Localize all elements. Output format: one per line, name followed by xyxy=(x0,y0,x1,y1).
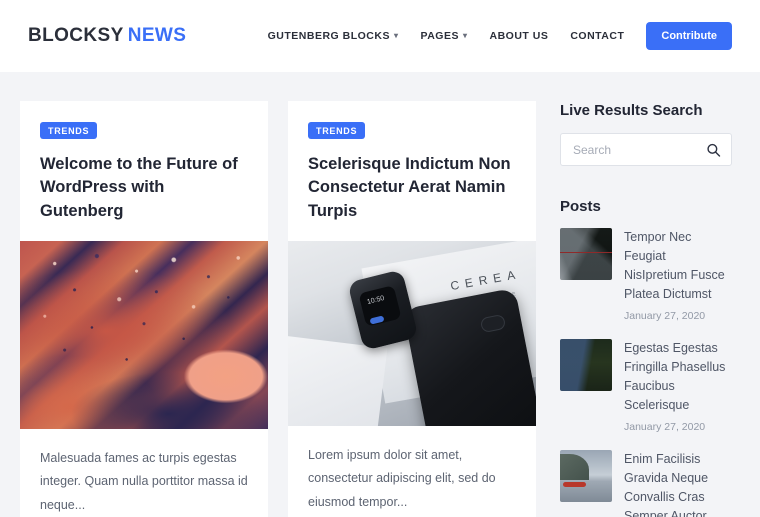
nav-item-contact[interactable]: CONTACT xyxy=(570,30,624,42)
nav-item-gutenberg-blocks[interactable]: GUTENBERG BLOCKS ▾ xyxy=(268,30,399,42)
article-excerpt: Malesuada fames ac turpis egestas intege… xyxy=(40,451,248,512)
contribute-button[interactable]: Contribute xyxy=(646,22,732,50)
site-header: BLOCKSY NEWS GUTENBERG BLOCKS ▾ PAGES ▾ A… xyxy=(0,0,760,72)
page-content: TRENDS Welcome to the Future of WordPres… xyxy=(0,72,760,517)
article-featured-image[interactable]: CEREA TRAVEL GUIDE 10:50 xyxy=(288,241,536,427)
article-title[interactable]: Welcome to the Future of WordPress with … xyxy=(40,153,248,223)
smartphone-shape xyxy=(402,287,536,427)
article-featured-image[interactable] xyxy=(20,241,268,430)
nav-item-label: PAGES xyxy=(420,30,459,42)
logo-accent-text: NEWS xyxy=(127,25,187,46)
post-title[interactable]: Tempor Nec Feugiat NisIpretium Fusce Pla… xyxy=(624,228,732,304)
search-widget xyxy=(560,133,732,166)
nav-item-pages[interactable]: PAGES ▾ xyxy=(421,30,468,42)
post-body: Tempor Nec Feugiat NisIpretium Fusce Pla… xyxy=(624,228,732,322)
nav-item-about-us[interactable]: ABOUT US xyxy=(490,30,549,42)
article-card: TRENDS Welcome to the Future of WordPres… xyxy=(20,101,268,517)
article-card: TRENDS Scelerisque Indictum Non Consecte… xyxy=(288,101,536,517)
logo-main-text: BLOCKSY xyxy=(28,25,124,46)
post-body: Egestas Egestas Fringilla Phasellus Fauc… xyxy=(624,339,732,433)
chevron-down-icon: ▾ xyxy=(393,30,399,40)
category-badge[interactable]: TRENDS xyxy=(40,122,98,139)
post-title[interactable]: Enim Facilisis Gravida Neque Convallis C… xyxy=(624,450,732,517)
search-widget-title: Live Results Search xyxy=(560,102,703,119)
search-icon[interactable] xyxy=(706,142,721,157)
posts-widget-title: Posts xyxy=(560,198,601,215)
category-badge[interactable]: TRENDS xyxy=(308,122,366,139)
post-thumbnail[interactable] xyxy=(560,450,612,502)
post-body: Enim Facilisis Gravida Neque Convallis C… xyxy=(624,450,732,517)
post-thumbnail[interactable] xyxy=(560,339,612,391)
post-title[interactable]: Egestas Egestas Fringilla Phasellus Fauc… xyxy=(624,339,732,415)
nav-item-label: ABOUT US xyxy=(489,30,549,42)
post-date: January 27, 2020 xyxy=(624,421,706,433)
article-title[interactable]: Scelerisque Indictum Non Consectetur Aer… xyxy=(308,153,516,223)
primary-navigation: GUTENBERG BLOCKS ▾ PAGES ▾ ABOUT US CONT… xyxy=(268,22,732,50)
nav-item-label: GUTENBERG BLOCKS xyxy=(267,30,390,42)
article-excerpt: Lorem ipsum dolor sit amet, consectetur … xyxy=(308,448,496,509)
list-item[interactable]: Egestas Egestas Fringilla Phasellus Fauc… xyxy=(560,339,732,433)
list-item[interactable]: Enim Facilisis Gravida Neque Convallis C… xyxy=(560,450,732,517)
site-logo[interactable]: BLOCKSY NEWS xyxy=(28,25,186,47)
nav-item-label: CONTACT xyxy=(570,30,625,42)
article-card-list: TRENDS Welcome to the Future of WordPres… xyxy=(20,101,536,517)
sidebar: Live Results Search Posts Tempor Nec Feu… xyxy=(560,101,732,517)
chevron-down-icon: ▾ xyxy=(462,30,468,40)
list-item[interactable]: Tempor Nec Feugiat NisIpretium Fusce Pla… xyxy=(560,228,732,322)
post-date: January 27, 2020 xyxy=(624,310,706,322)
post-thumbnail[interactable] xyxy=(560,228,612,280)
